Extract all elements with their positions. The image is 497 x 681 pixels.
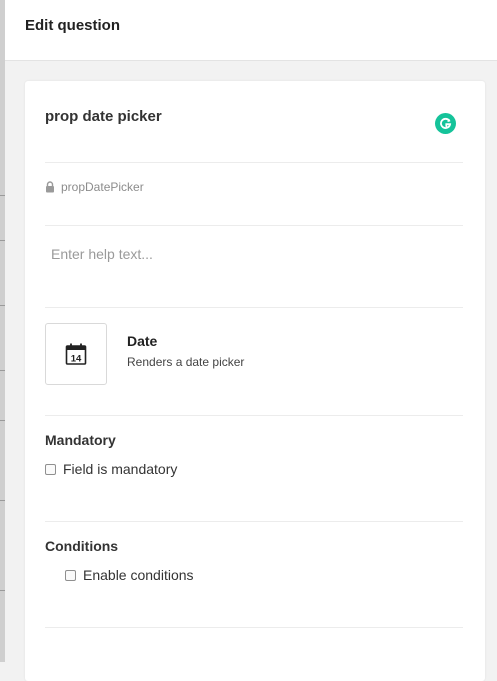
conditions-checkbox[interactable] <box>65 569 76 581</box>
mandatory-label: Mandatory <box>45 432 116 448</box>
drawer-header: Edit question <box>5 0 497 61</box>
mandatory-checkbox[interactable] <box>45 463 56 475</box>
background-divider <box>0 420 5 421</box>
field-type-name: Date <box>127 333 158 349</box>
calendar-day: 14 <box>71 354 82 365</box>
background-divider <box>0 500 5 501</box>
conditions-checkbox-label[interactable]: Enable conditions <box>83 567 194 583</box>
lock-icon <box>46 181 54 193</box>
drawer-title: Edit question <box>25 17 120 34</box>
mandatory-checkbox-row[interactable]: Field is mandatory <box>45 461 177 477</box>
divider <box>45 415 463 416</box>
question-key: propDatePicker <box>61 180 144 194</box>
background-divider <box>0 370 5 371</box>
grammarly-icon[interactable] <box>435 113 456 134</box>
divider <box>45 627 463 628</box>
question-key-row: propDatePicker <box>45 180 144 194</box>
grammarly-g-glyph <box>440 117 452 129</box>
field-type-button[interactable]: 14 <box>45 323 107 385</box>
field-type-description: Renders a date picker <box>127 355 245 369</box>
divider <box>45 307 463 308</box>
question-card: prop date picker propDatePicker 14 Date … <box>25 81 485 681</box>
background-divider <box>0 240 5 241</box>
background-divider <box>0 590 5 591</box>
divider <box>45 521 463 522</box>
question-title[interactable]: prop date picker <box>45 108 162 125</box>
mandatory-checkbox-label[interactable]: Field is mandatory <box>63 461 177 477</box>
divider <box>45 162 463 163</box>
conditions-checkbox-row[interactable]: Enable conditions <box>65 567 194 583</box>
conditions-label: Conditions <box>45 538 119 554</box>
background-divider <box>0 305 5 306</box>
calendar-icon: 14 <box>65 343 87 365</box>
help-text-input[interactable] <box>45 239 469 269</box>
background-divider <box>0 195 5 196</box>
divider <box>45 225 463 226</box>
background-page-edge <box>0 0 5 662</box>
